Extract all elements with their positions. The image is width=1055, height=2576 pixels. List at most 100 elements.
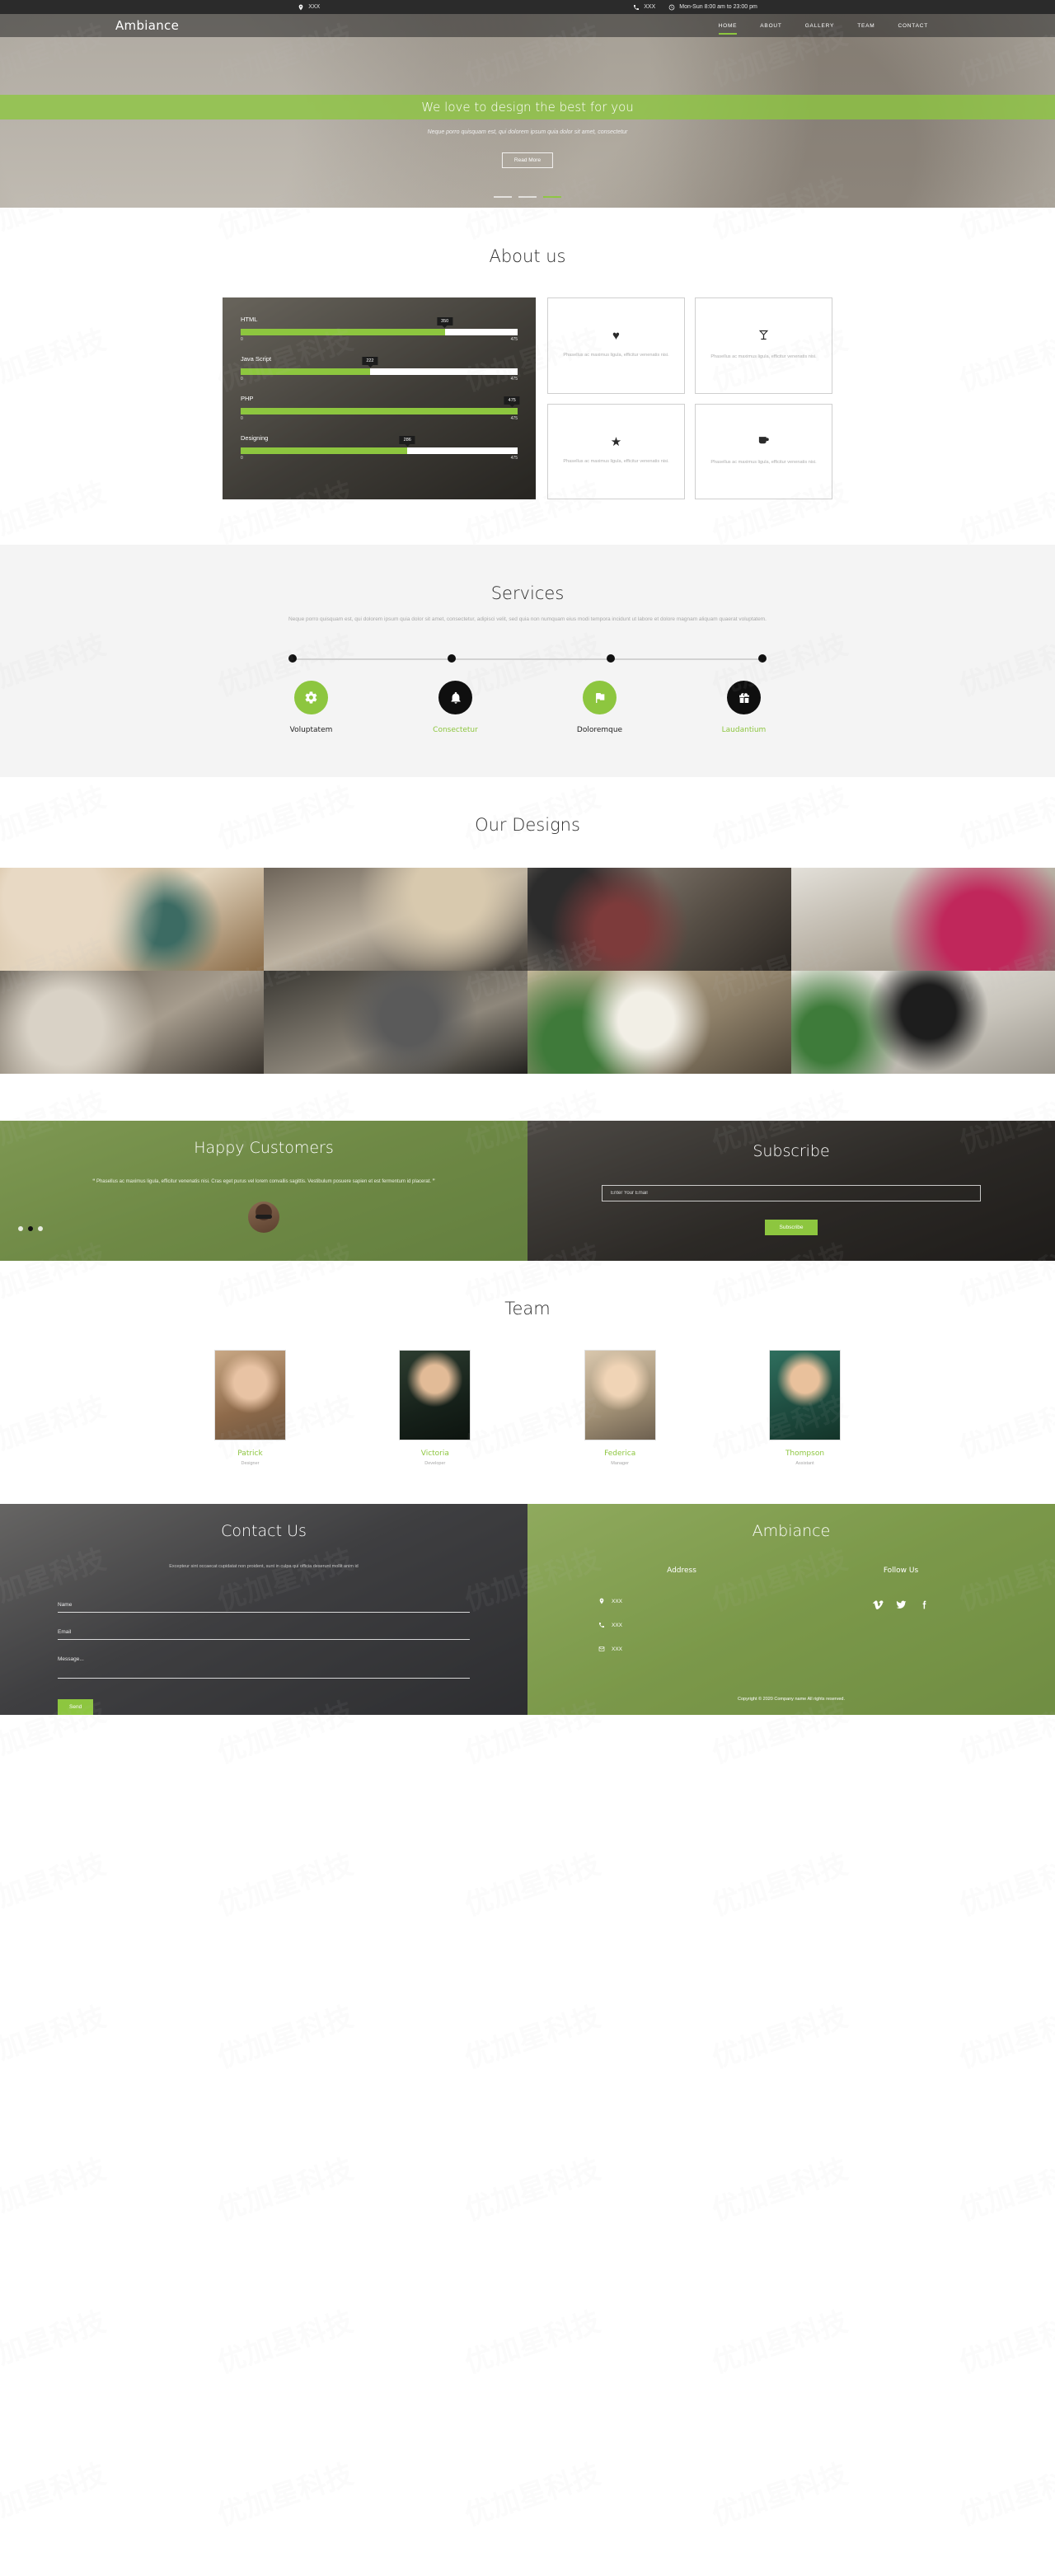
skill-bar: 222 xyxy=(241,357,518,375)
nav-item-contact[interactable]: CONTACT xyxy=(886,17,940,35)
footer-follow-column: Follow Us xyxy=(791,1567,1010,1670)
skill-bar: 286 xyxy=(241,436,518,454)
skill-min-label: 0 xyxy=(241,416,243,421)
cocktail-icon xyxy=(757,329,770,344)
timeline-dot-1 xyxy=(288,654,297,663)
vimeo-icon[interactable] xyxy=(872,1599,884,1613)
testimonial-dot-1[interactable] xyxy=(18,1226,23,1232)
nav-item-home[interactable]: HOME xyxy=(707,17,749,35)
team-member-name: Victoria xyxy=(420,1450,449,1459)
gallery-tile-dining-table[interactable] xyxy=(528,971,791,1075)
testimonial-dot-2[interactable] xyxy=(28,1226,33,1232)
feature-box-cocktail[interactable]: Phasellus ac maximus ligula, efficitur v… xyxy=(695,297,832,394)
map-pin-icon xyxy=(599,1599,604,1604)
contact-form: Send xyxy=(58,1599,470,1716)
hero-slider-dots[interactable] xyxy=(494,196,561,198)
quote-close-icon: ” xyxy=(432,1179,435,1185)
gallery-tile-bathroom-vanity[interactable] xyxy=(0,868,264,972)
contact-send-button[interactable]: Send xyxy=(58,1699,94,1716)
mail-icon xyxy=(598,1646,605,1652)
footer-address-line: XXX xyxy=(598,1598,791,1604)
skill-value-tooltip: 475 xyxy=(504,396,520,405)
skill-bar-fill xyxy=(241,329,445,335)
testimonial-subscribe-row: Happy Customers “ Phasellus ac maximus l… xyxy=(0,1121,1055,1262)
map-pin-icon xyxy=(298,4,303,10)
services-title: Services xyxy=(490,583,565,603)
subscribe-email-input[interactable] xyxy=(602,1185,981,1202)
nav-item-about[interactable]: ABOUT xyxy=(748,17,793,35)
hero-slider-dot-1[interactable] xyxy=(494,196,512,198)
timeline-dot-4 xyxy=(758,654,767,663)
feature-box-heart[interactable]: ♥ Phasellus ac maximus ligula, efficitur… xyxy=(547,297,685,394)
testimonial-text: “ Phasellus ac maximus ligula, efficitur… xyxy=(66,1177,462,1188)
feature-box-text: Phasellus ac maximus ligula, efficitur v… xyxy=(710,460,817,466)
skill-bar: 475 xyxy=(241,396,520,415)
contact-title: Contact Us xyxy=(221,1522,307,1541)
hero-banner: Ambiance HOME ABOUT GALLERY TEAM CONTACT… xyxy=(0,14,1055,208)
team-member-federica[interactable]: Federica Manager xyxy=(584,1350,656,1466)
contact-section: Contact Us Excepteur sint occaecat cupid… xyxy=(0,1504,528,1716)
hero-read-more-button[interactable]: Read More xyxy=(501,152,554,168)
timeline-line xyxy=(293,658,762,660)
footer-address-text: XXX xyxy=(612,1598,623,1604)
skill-max-label: 475 xyxy=(510,456,518,461)
gallery-tile-bedroom-shelves[interactable] xyxy=(0,971,264,1075)
gallery-tile-living-room-piano[interactable] xyxy=(528,868,791,972)
skill-designing: Designing 286 0 475 xyxy=(241,434,518,461)
feature-box-coffee[interactable]: Phasellus ac maximus ligula, efficitur v… xyxy=(695,403,832,499)
gallery-tile-dark-tv-room[interactable] xyxy=(264,971,528,1075)
footer-email-line: XXX xyxy=(598,1646,791,1652)
contact-message-input[interactable] xyxy=(58,1654,470,1679)
phone-icon xyxy=(599,1623,604,1628)
hero-subtitle: Neque porro quisquam est, qui dolorem ip… xyxy=(427,129,628,135)
heart-icon: ♥ xyxy=(612,329,620,344)
skill-value-tooltip: 350 xyxy=(437,317,453,326)
footer-follow-heading: Follow Us xyxy=(883,1567,919,1576)
contact-name-input[interactable] xyxy=(58,1599,470,1614)
testimonial-slider-dots[interactable] xyxy=(18,1226,43,1232)
timeline-dot-2 xyxy=(448,654,457,663)
contact-description: Excepteur sint occaecat cupidatat non pr… xyxy=(169,1564,359,1570)
footer-address-column: Address XXX XXX XXX xyxy=(572,1567,791,1670)
nav-item-team[interactable]: TEAM xyxy=(846,17,886,35)
service-item-doloremque[interactable]: Doloremque xyxy=(528,681,672,734)
contact-email-input[interactable] xyxy=(58,1627,470,1641)
footer-address-heading: Address xyxy=(667,1567,696,1576)
team-member-role: Assistant xyxy=(795,1461,814,1467)
topbar-phone: XXX xyxy=(633,4,655,11)
team-member-thompson[interactable]: Thompson Assistant xyxy=(768,1350,841,1467)
nav-item-gallery[interactable]: GALLERY xyxy=(794,17,846,35)
quote-open-icon: “ xyxy=(92,1179,96,1185)
twitter-icon[interactable] xyxy=(896,1599,907,1613)
team-title: Team xyxy=(504,1299,551,1319)
primary-nav: HOME ABOUT GALLERY TEAM CONTACT xyxy=(707,17,940,35)
testimonial-dot-3[interactable] xyxy=(38,1226,43,1232)
team-member-patrick[interactable]: Patrick Designer xyxy=(214,1350,286,1466)
skill-javascript: Java Script 222 0 475 xyxy=(241,355,518,382)
skill-name: PHP xyxy=(241,395,254,402)
service-item-laudantium[interactable]: Laudantium xyxy=(672,681,816,734)
feature-box-star[interactable]: ★ Phasellus ac maximus ligula, efficitur… xyxy=(547,403,685,499)
skill-min-label: 0 xyxy=(241,456,243,461)
topbar-location: XXX xyxy=(298,4,320,11)
skills-panel: HTML 350 0 475 Java Script 222 0 475 PHP… xyxy=(223,297,536,499)
hero-slider-dot-2[interactable] xyxy=(518,196,537,198)
service-item-voluptatem[interactable]: Voluptatem xyxy=(239,681,383,734)
gallery-tile-modern-bedroom[interactable] xyxy=(264,868,528,972)
hero-title: We love to design the best for you xyxy=(421,100,634,115)
footer-phone-text: XXX xyxy=(612,1622,623,1628)
happy-customers-title: Happy Customers xyxy=(194,1139,334,1158)
subscribe-button[interactable]: Subscribe xyxy=(764,1220,818,1236)
timeline-dot-3 xyxy=(607,654,616,663)
service-label: Consectetur xyxy=(433,726,478,735)
facebook-icon[interactable] xyxy=(919,1599,930,1613)
team-photo xyxy=(584,1350,656,1441)
site-logo[interactable]: Ambiance xyxy=(115,18,179,33)
gallery-tile-white-lounge-pink-sofa[interactable] xyxy=(791,868,1055,972)
service-item-consectetur[interactable]: Consectetur xyxy=(383,681,528,734)
team-member-victoria[interactable]: Victoria Developer xyxy=(399,1350,471,1466)
team-photo xyxy=(214,1350,286,1441)
skill-value-tooltip: 222 xyxy=(362,357,378,365)
gallery-tile-entertainment-unit[interactable] xyxy=(791,971,1055,1075)
hero-slider-dot-3[interactable] xyxy=(543,196,561,198)
